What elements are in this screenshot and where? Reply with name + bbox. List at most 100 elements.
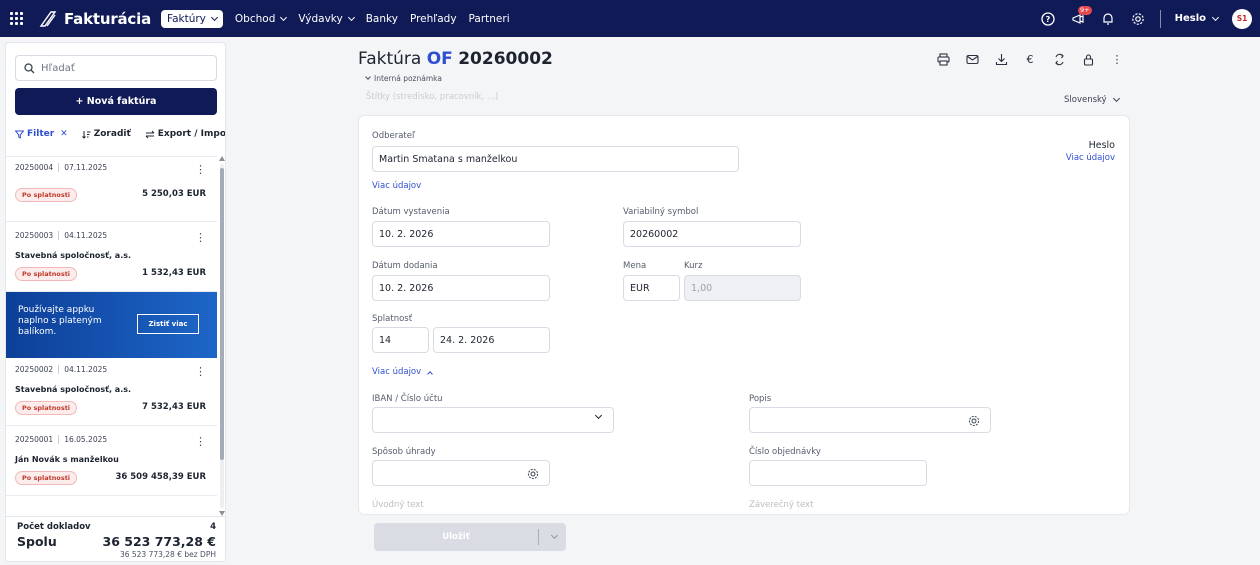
brand-name[interactable]: Fakturácia (64, 10, 151, 28)
total-net-amount: 36 523 773,28 € bez DPH (119, 550, 216, 559)
invoice-list-item[interactable]: 20250004 07.11.2025 ⋮ Po splatnosti 5 250… (6, 157, 217, 222)
payment-method-input[interactable] (372, 460, 550, 486)
document-count: 4 (210, 522, 216, 532)
issue-date-input[interactable]: 10. 2. 2026 (372, 221, 550, 247)
invoice-amount: 1 532,43 EUR (142, 268, 206, 278)
order-number-input[interactable] (749, 460, 927, 486)
topbar-divider (1159, 9, 1161, 28)
scroll-up-arrow-icon[interactable] (219, 156, 225, 161)
status-badge: Po splatnosti (15, 471, 78, 485)
email-icon[interactable] (965, 52, 979, 66)
sort-button[interactable]: Zoradiť (81, 129, 131, 139)
invoice-client: Ján Novák s manželkou (15, 455, 119, 464)
page-title: Faktúra OF 20260002 (358, 49, 553, 69)
currency-label: Mena (623, 261, 647, 271)
announcement-icon[interactable]: 9+ (1070, 5, 1092, 27)
chevron-down-icon (1211, 13, 1220, 21)
chevron-down-icon (280, 13, 288, 21)
more-vertical-icon[interactable]: ⋮ (1110, 52, 1124, 66)
customer-input[interactable]: Martin Smatana s manželkou (372, 146, 739, 172)
document-count-label: Počet dokladov (17, 522, 91, 532)
filter-button[interactable]: Filter ✕ (15, 129, 68, 139)
print-icon[interactable] (936, 52, 950, 66)
tags-input[interactable]: Štítky (stredisko, pracovník, ...) (366, 92, 498, 102)
notification-badge: 9+ (1078, 5, 1092, 15)
invoice-number: 20250001 (15, 435, 54, 444)
more-options-icon[interactable]: ⋮ (195, 436, 206, 447)
delivery-date-label: Dátum dodania (372, 261, 438, 271)
description-label: Popis (749, 394, 772, 404)
search-icon (24, 62, 35, 73)
chevron-down-icon (347, 13, 355, 21)
intro-text-label: Úvodný text (372, 500, 424, 510)
invoice-list: 20250004 07.11.2025 ⋮ Po splatnosti 5 250… (6, 156, 217, 516)
export-import-button[interactable]: Export / Import (145, 129, 225, 139)
payment-method-label: Spôsob úhrady (372, 447, 436, 457)
heslo-label: Heslo (1088, 140, 1115, 151)
heslo-more-link[interactable]: Viac údajov (1066, 153, 1115, 163)
due-label: Splatnosť (372, 314, 413, 324)
customer-more-link[interactable]: Viac údajov (372, 181, 421, 191)
invoice-amount: 7 532,43 EUR (142, 402, 206, 412)
more-options-icon[interactable]: ⋮ (195, 164, 206, 175)
nav-item-prehlady[interactable]: Prehľady (410, 13, 457, 25)
duplicate-icon[interactable] (1052, 52, 1066, 66)
invoice-list-item[interactable]: 20250002 04.11.2025 ⋮ Stavebná spoločnosť… (6, 359, 217, 426)
rate-input: 1,00 (684, 275, 801, 301)
save-options-button[interactable] (539, 523, 566, 551)
more-options-icon[interactable]: ⋮ (195, 366, 206, 377)
save-button[interactable]: Uložiť (374, 523, 538, 551)
variable-symbol-input[interactable]: 20260002 (623, 221, 801, 247)
euro-icon[interactable]: € (1023, 52, 1037, 66)
promo-text: Používajte appku naplno s plateným balík… (18, 305, 102, 337)
delivery-date-input[interactable]: 10. 2. 2026 (372, 275, 550, 301)
nav-item-banky[interactable]: Banky (366, 13, 398, 25)
more-options-icon[interactable]: ⋮ (195, 232, 206, 243)
upgrade-promo-banner: Používajte appku naplno s plateným balík… (6, 292, 217, 358)
gear-icon[interactable] (527, 468, 539, 480)
search-placeholder: Hľadať (41, 62, 75, 74)
due-date-input[interactable]: 24. 2. 2026 (433, 327, 550, 353)
list-scrollbar[interactable] (219, 156, 225, 516)
invoice-list-item[interactable]: 20250001 16.05.2025 ⋮ Ján Novák s manželk… (6, 427, 217, 496)
help-icon[interactable]: ? (1040, 11, 1056, 27)
total-amount: 36 523 773,28 € (102, 534, 216, 549)
total-label: Spolu (17, 534, 57, 549)
more-details-toggle[interactable]: Viac údajov (372, 367, 434, 377)
iban-select[interactable] (372, 407, 614, 433)
avatar[interactable]: S1 (1232, 8, 1252, 29)
search-input[interactable]: Hľadať (15, 55, 217, 81)
internal-note-toggle[interactable]: Interná poznámka (363, 74, 442, 83)
currency-input[interactable]: EUR (623, 275, 680, 301)
nav-item-faktury[interactable]: Faktúry (161, 9, 223, 28)
lock-icon[interactable] (1081, 52, 1095, 66)
learn-more-button[interactable]: Zistiť viac (137, 314, 199, 334)
invoice-list-item[interactable]: 20250003 04.11.2025 ⋮ Stavebná spoločnosť… (6, 223, 217, 292)
clear-filter-icon[interactable]: ✕ (60, 129, 68, 139)
closing-text-label: Záverečný text (749, 500, 814, 510)
invoice-date: 04.11.2025 (64, 231, 108, 240)
language-select[interactable]: Slovenský (1064, 94, 1120, 105)
status-badge: Po splatnosti (15, 401, 78, 415)
invoice-date: 04.11.2025 (64, 365, 108, 374)
iban-label: IBAN / Číslo účtu (372, 394, 443, 404)
apps-grid-icon[interactable] (10, 11, 24, 26)
swap-arrows-icon (145, 130, 155, 138)
settings-gear-icon[interactable] (1130, 11, 1146, 27)
description-input[interactable] (749, 407, 991, 433)
nav-item-obchod[interactable]: Obchod (235, 13, 288, 25)
due-days-input[interactable]: 14 (372, 327, 429, 353)
user-menu[interactable]: Heslo (1175, 13, 1220, 24)
new-invoice-button[interactable]: + Nová faktúra (15, 88, 217, 115)
download-icon[interactable] (994, 52, 1008, 66)
bell-icon[interactable] (1100, 11, 1116, 27)
brand-logo-icon (39, 10, 57, 27)
svg-text:?: ? (1045, 15, 1050, 24)
invoice-series[interactable]: OF (427, 49, 453, 69)
scrollbar-thumb[interactable] (220, 168, 224, 460)
nav-item-partneri[interactable]: Partneri (469, 13, 510, 25)
save-split-button: Uložiť (374, 523, 566, 551)
invoice-actions: € ⋮ (936, 52, 1124, 66)
nav-item-vydavky[interactable]: Výdavky (298, 13, 355, 25)
gear-icon[interactable] (968, 415, 980, 427)
